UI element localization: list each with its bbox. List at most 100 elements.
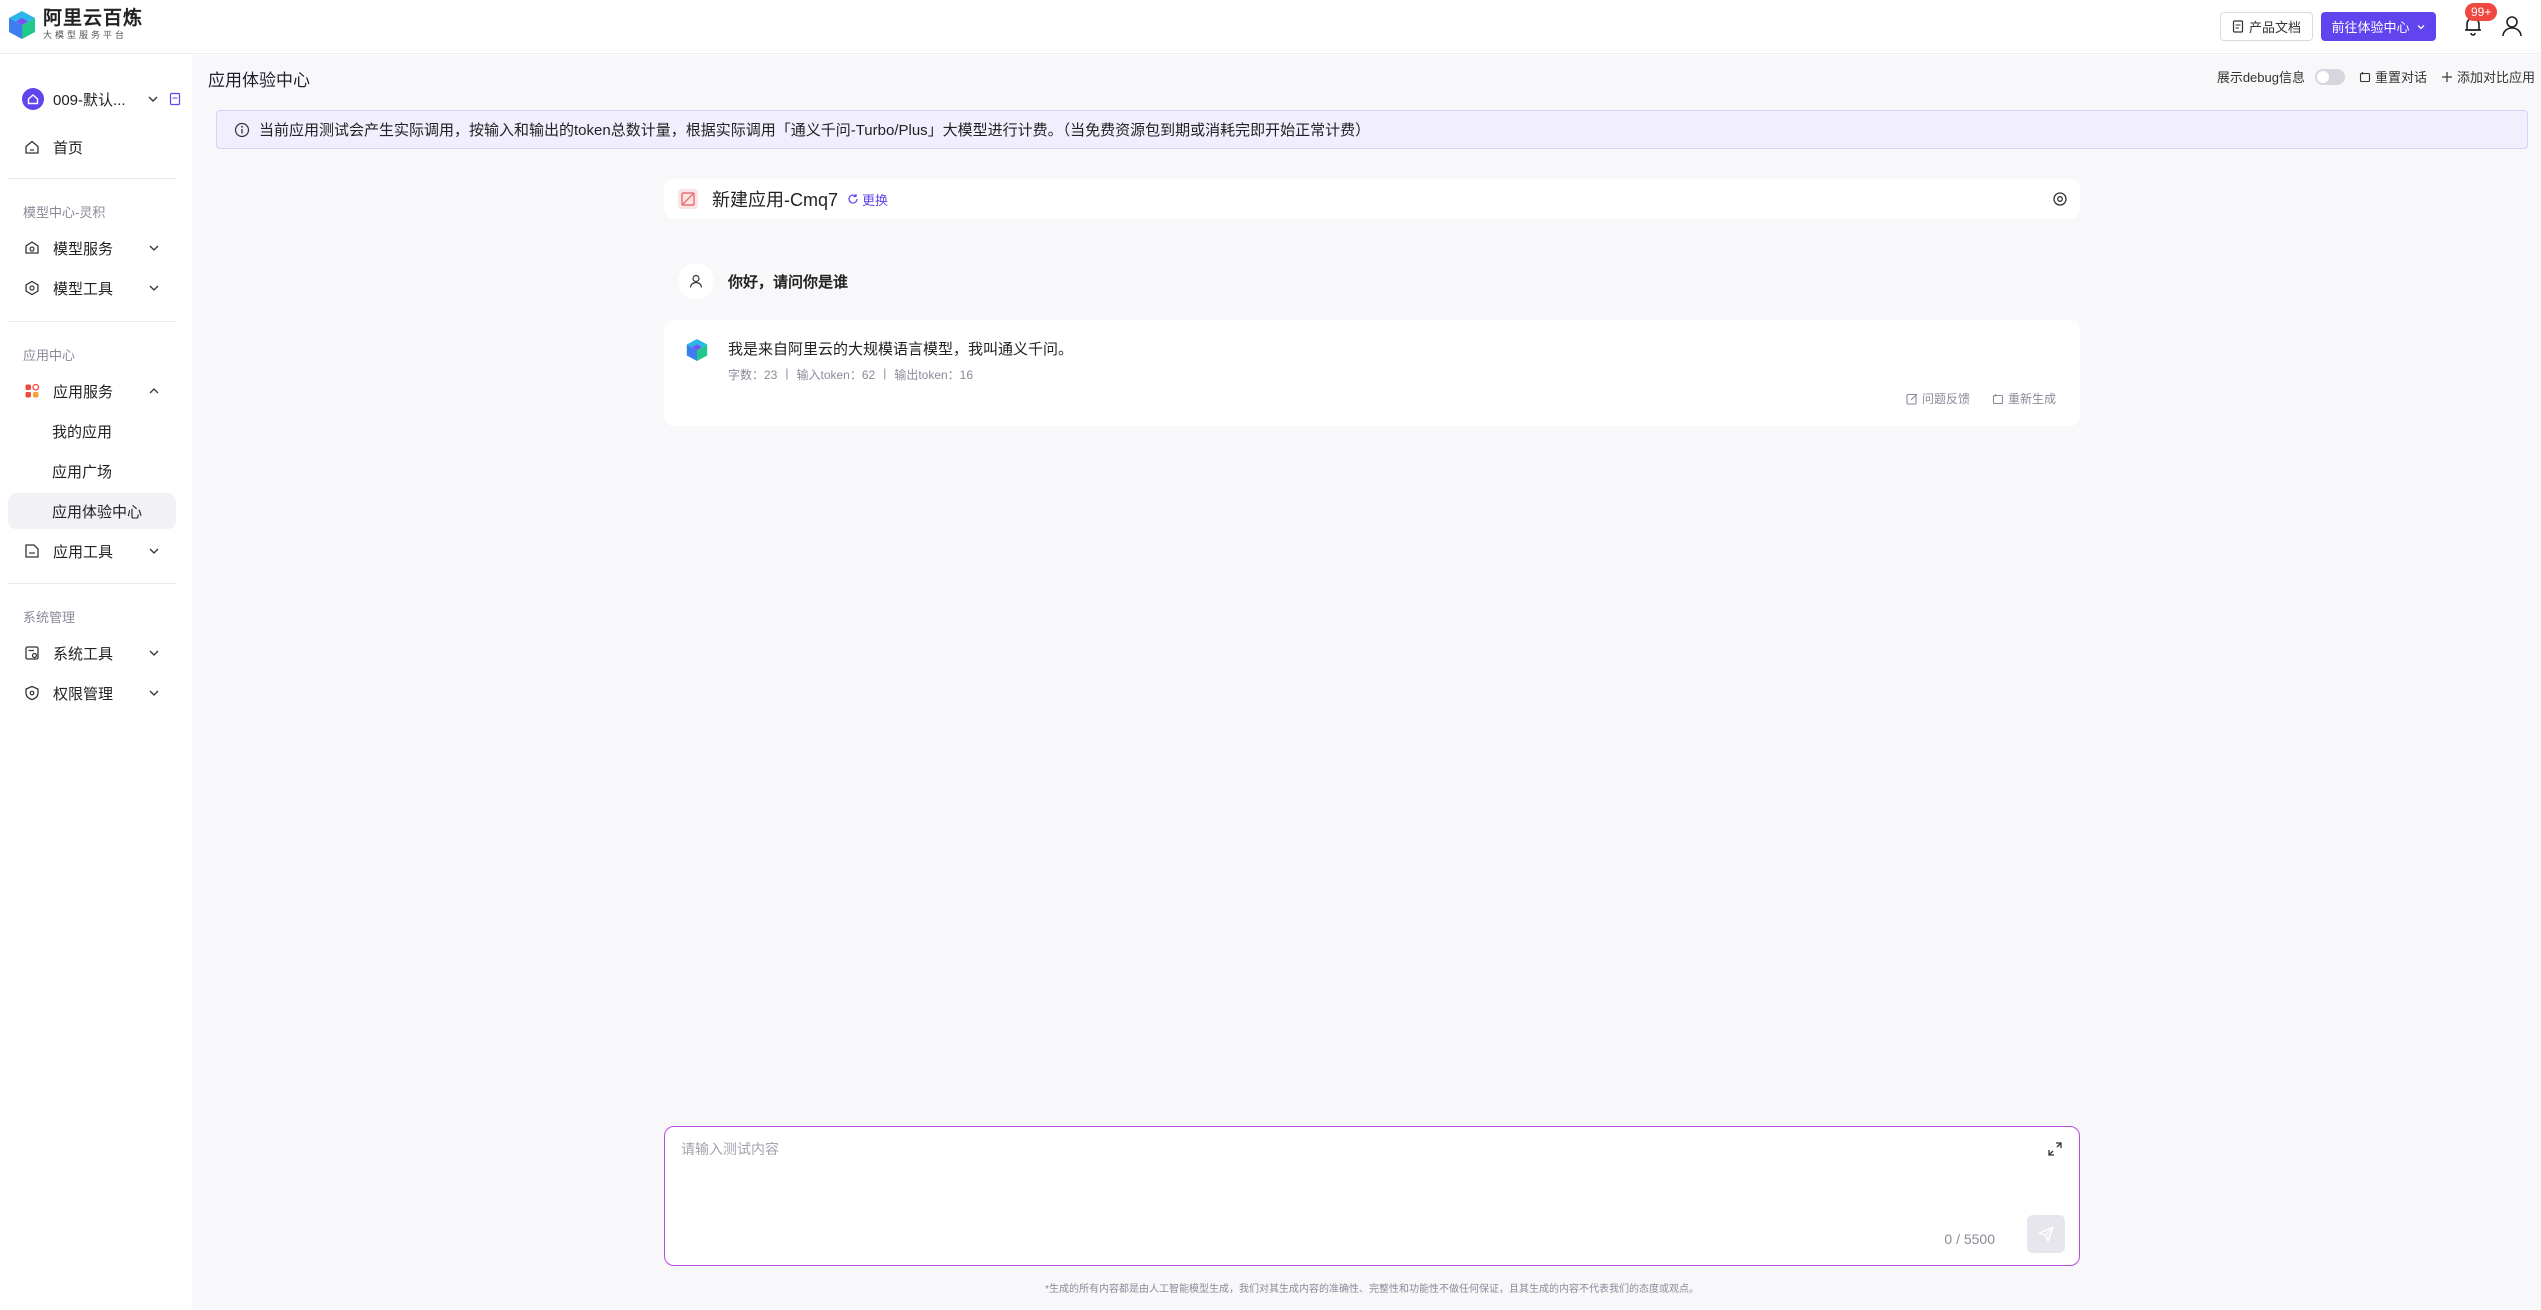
debug-toggle-group[interactable]: 展示debug信息	[2217, 67, 2345, 86]
reset-icon	[2359, 71, 2371, 82]
billing-notice: 当前应用测试会产生实际调用，按输入和输出的token总数计量，根据实际调用「通义…	[216, 110, 2528, 149]
sidebar-item-label: 应用工具	[53, 543, 114, 561]
logo-subtitle: 大模型服务平台	[43, 30, 128, 40]
app-header: 新建应用-Cmq7 更换	[664, 179, 2080, 219]
chat-input[interactable]	[681, 1139, 1981, 1219]
workspace-name: 009-默认...	[53, 91, 126, 109]
sidebar-item-app-service[interactable]: 应用服务	[8, 373, 176, 409]
model-tools-icon	[25, 280, 39, 296]
home-icon	[25, 140, 39, 154]
sidebar-item-home[interactable]: 首页	[8, 129, 176, 165]
system-tools-icon	[25, 646, 39, 660]
app-service-icon	[25, 383, 40, 398]
sidebar-item-model-service[interactable]: 模型服务	[8, 230, 176, 266]
sidebar-divider	[8, 321, 176, 322]
sidebar-item-label: 权限管理	[53, 685, 114, 703]
top-bar: 阿里云百炼 大模型服务平台 产品文档 前往体验中心 99+	[0, 0, 2541, 54]
bot-message-actions: 问题反馈 重新生成	[1906, 390, 2056, 407]
go-experience-center-label: 前往体验中心	[2331, 20, 2410, 35]
section-label-app-center: 应用中心	[23, 348, 76, 363]
send-button[interactable]	[2027, 1215, 2065, 1253]
chevron-up-icon	[149, 388, 159, 394]
chat-toolbar: 展示debug信息 重置对话 添加对比应用	[2217, 67, 2535, 86]
product-docs-label: 产品文档	[2248, 20, 2301, 35]
user-icon	[689, 274, 703, 288]
sidebar-item-my-apps[interactable]: 我的应用	[8, 413, 176, 449]
settings-icon[interactable]	[2052, 191, 2068, 207]
page-title: 应用体验中心	[208, 71, 310, 90]
regenerate-icon	[1992, 393, 2004, 404]
sidebar-item-label: 系统工具	[53, 645, 114, 663]
sidebar-item-permissions[interactable]: 权限管理	[8, 675, 176, 711]
product-docs-button[interactable]: 产品文档	[2220, 12, 2313, 41]
token-stats: 字数：23 | 输入token：62 | 输出token：16	[728, 366, 974, 382]
send-icon	[2038, 1226, 2054, 1242]
reset-conversation-button[interactable]: 重置对话	[2359, 67, 2427, 86]
go-experience-center-button[interactable]: 前往体验中心	[2321, 12, 2436, 41]
expand-icon[interactable]	[2047, 1141, 2063, 1157]
sidebar-divider	[8, 178, 176, 179]
document-icon	[2232, 20, 2244, 33]
sidebar-item-model-tools[interactable]: 模型工具	[8, 270, 176, 306]
workspace-icon	[22, 88, 44, 110]
main-content: 应用体验中心 展示debug信息 重置对话 添加对比应用 当前应用测试会产生实际…	[192, 55, 2541, 1310]
change-app-button[interactable]: 更换	[847, 190, 888, 209]
section-label-model-center: 模型中心-灵积	[23, 205, 106, 220]
sidebar-item-label: 模型服务	[53, 240, 114, 258]
workspace-selector[interactable]: 009-默认...	[22, 88, 182, 110]
logo[interactable]: 阿里云百炼 大模型服务平台	[8, 9, 143, 41]
billing-notice-text: 当前应用测试会产生实际调用，按输入和输出的token总数计量，根据实际调用「通义…	[259, 122, 1371, 139]
app-image-icon	[681, 192, 695, 206]
user-message-text: 你好，请问你是谁	[728, 273, 849, 291]
sidebar-item-app-experience[interactable]: 应用体验中心	[8, 493, 176, 529]
chat-input-box: 0 / 5500	[664, 1126, 2080, 1266]
edit-icon	[1906, 393, 1918, 405]
debug-toggle[interactable]	[2314, 68, 2345, 85]
add-compare-app-button[interactable]: 添加对比应用	[2441, 67, 2535, 86]
bot-message: 我是来自阿里云的大规模语言模型，我叫通义千问。 字数：23 | 输入token：…	[664, 320, 2080, 426]
char-count: 字数：23	[728, 368, 778, 382]
notification-badge: 99+	[2465, 3, 2498, 21]
plus-icon	[2441, 71, 2452, 82]
logo-title: 阿里云百炼	[43, 8, 144, 29]
sidebar-item-label: 模型工具	[53, 280, 114, 298]
change-app-label: 更换	[862, 192, 889, 208]
app-tools-icon	[25, 544, 39, 558]
chevron-down-icon	[148, 96, 158, 102]
char-counter: 0 / 5500	[1944, 1231, 1995, 1247]
workspace-detail-icon[interactable]	[169, 92, 181, 106]
sidebar-item-system-tools[interactable]: 系统工具	[8, 635, 176, 671]
add-compare-app-label: 添加对比应用	[2456, 70, 2535, 85]
sidebar-item-label: 应用服务	[53, 383, 114, 401]
sidebar-item-app-tools[interactable]: 应用工具	[8, 533, 176, 569]
sidebar-divider	[8, 583, 176, 584]
info-icon	[234, 122, 250, 137]
chevron-down-icon	[2417, 24, 2424, 29]
sidebar-item-label: 首页	[53, 139, 84, 157]
shield-icon	[25, 685, 39, 701]
logo-cube-icon	[9, 11, 35, 39]
chevron-down-icon	[149, 650, 159, 656]
tongyi-logo-icon	[686, 339, 708, 361]
refresh-icon	[848, 194, 858, 204]
ai-disclaimer: *生成的所有内容都是由人工智能模型生成，我们对其生成内容的准确性、完整性和功能性…	[1045, 1284, 1699, 1295]
chevron-down-icon	[149, 690, 159, 696]
regenerate-button[interactable]: 重新生成	[1992, 390, 2056, 407]
debug-label: 展示debug信息	[2216, 70, 2305, 85]
feedback-label: 问题反馈	[1921, 392, 1970, 406]
chevron-down-icon	[149, 285, 159, 291]
app-name: 新建应用-Cmq7	[712, 190, 839, 210]
chevron-down-icon	[149, 245, 159, 251]
chevron-down-icon	[149, 548, 159, 554]
app-avatar	[678, 189, 698, 209]
user-avatar	[678, 263, 714, 299]
reset-conversation-label: 重置对话	[2374, 70, 2427, 85]
sidebar: 009-默认... 首页 模型中心-灵积 模型服务 模型工具 应用中心 应用服务	[0, 55, 192, 1310]
input-token-count: 输入token：62	[796, 368, 876, 382]
section-label-system: 系统管理	[23, 610, 76, 625]
user-icon[interactable]	[2500, 14, 2524, 38]
user-message: 你好，请问你是谁	[664, 256, 2080, 306]
sidebar-item-app-square[interactable]: 应用广场	[8, 453, 176, 489]
model-service-icon	[25, 241, 39, 254]
feedback-button[interactable]: 问题反馈	[1906, 390, 1970, 407]
